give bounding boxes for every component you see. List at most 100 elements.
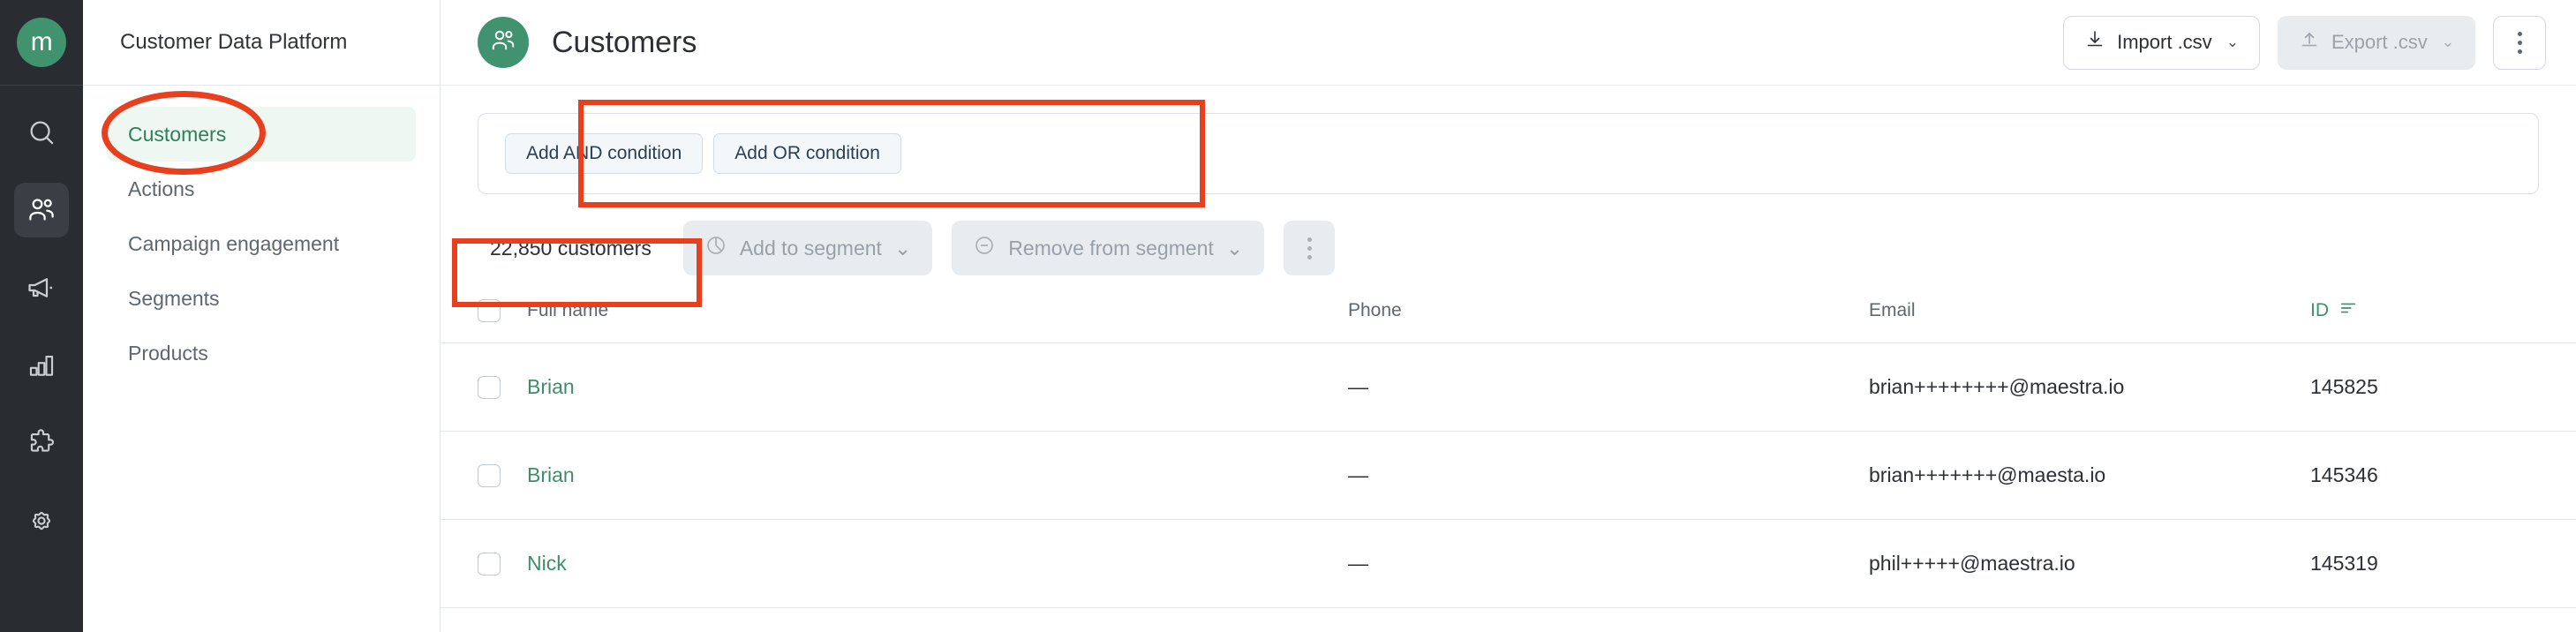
column-header-email[interactable]: Email [1869, 298, 2310, 343]
upload-icon [2299, 29, 2320, 56]
bar-chart-icon [26, 350, 56, 380]
table-toolbar: 22,850 customers Add to segment ⌄ Remove… [441, 194, 2576, 275]
sidebar-item-label: Customers [128, 122, 227, 146]
row-select-cell [441, 519, 527, 608]
remove-from-segment-button[interactable]: Remove from segment ⌄ [952, 221, 1265, 275]
row-checkbox[interactable] [478, 463, 501, 487]
filter-row: Add AND condition Add OR condition [441, 86, 2576, 194]
row-select-cell [441, 431, 527, 520]
cell-full-name: Brian [527, 342, 1348, 432]
cell-id: 145319 [2310, 519, 2576, 608]
rail-item-analytics[interactable] [14, 338, 69, 393]
kebab-menu-icon [1307, 237, 1312, 260]
cell-phone: — [1348, 519, 1869, 608]
toolbar-more-button[interactable] [1284, 221, 1336, 275]
sidebar-header-title: Customer Data Platform [83, 0, 440, 86]
page-avatar [478, 17, 529, 68]
row-checkbox[interactable] [478, 375, 501, 399]
page-header: Customers Import .csv ⌄ Export .csv ⌄ [441, 0, 2576, 86]
rail-item-integrations[interactable] [14, 416, 69, 470]
minus-circle-icon [973, 234, 996, 262]
customer-name-link[interactable]: Nick [527, 552, 567, 575]
add-or-condition-button[interactable]: Add OR condition [713, 133, 901, 174]
cell-id: 145825 [2310, 342, 2576, 432]
download-icon [2084, 29, 2105, 56]
content-area: Add AND condition Add OR condition 22,85… [441, 86, 2576, 632]
table-row[interactable]: Brian — brian+++++++@maesta.io 145346 [441, 431, 2576, 520]
export-csv-label: Export .csv [2331, 31, 2428, 53]
filter-conditions-panel: Add AND condition Add OR condition [478, 113, 2539, 194]
add-to-segment-label: Add to segment [739, 236, 882, 260]
main-panel: Customers Import .csv ⌄ Export .csv ⌄ Ad… [441, 0, 2576, 632]
users-icon [26, 194, 57, 226]
add-and-condition-button[interactable]: Add AND condition [505, 133, 704, 174]
add-and-condition-label: Add AND condition [526, 143, 682, 163]
cell-phone: — [1348, 431, 1869, 520]
chevron-down-icon: ⌄ [1225, 236, 1244, 260]
add-to-segment-button[interactable]: Add to segment ⌄ [682, 221, 933, 275]
rail-item-search[interactable] [14, 105, 69, 160]
table-row[interactable]: Brian — brian++++++++@maestra.io 145825 [441, 342, 2576, 432]
column-header-phone[interactable]: Phone [1348, 298, 1869, 343]
header-more-button[interactable] [2493, 15, 2546, 70]
sidebar-item-label: Segments [128, 286, 220, 310]
table-header-row: Full name Phone Email ID [441, 298, 2576, 343]
app-window: m Customer Data Platform Customers Actio… [0, 0, 2576, 632]
table-row[interactable]: Nick — phil+++++@maestra.io 145319 [441, 519, 2576, 608]
select-all-header [441, 298, 527, 343]
customer-name-link[interactable]: Brian [527, 463, 575, 486]
segment-icon [704, 234, 727, 262]
logo-letter: m [17, 18, 66, 67]
users-icon [489, 26, 517, 59]
sidebar: Customer Data Platform Customers Actions… [83, 0, 441, 632]
gear-icon [26, 506, 56, 536]
import-csv-label: Import .csv [2117, 31, 2212, 53]
column-header-id[interactable]: ID [2310, 298, 2576, 343]
sidebar-item-actions[interactable]: Actions [107, 162, 416, 216]
megaphone-icon [26, 272, 57, 304]
add-or-condition-label: Add OR condition [734, 143, 880, 163]
column-label: Full name [527, 300, 609, 320]
sidebar-item-segments[interactable]: Segments [107, 271, 416, 326]
chevron-down-icon: ⌄ [2226, 34, 2239, 50]
table-body: Brian — brian++++++++@maestra.io 145825 … [441, 342, 2576, 608]
export-csv-button[interactable]: Export .csv ⌄ [2277, 15, 2475, 70]
search-icon [26, 117, 56, 147]
cell-phone: — [1348, 342, 1869, 432]
cell-id: 145346 [2310, 431, 2576, 520]
rail-item-campaigns[interactable] [14, 260, 69, 315]
select-all-checkbox[interactable] [478, 299, 501, 322]
icon-rail: m [0, 0, 83, 632]
import-csv-button[interactable]: Import .csv ⌄ [2063, 15, 2260, 70]
page-title: Customers [552, 25, 697, 59]
puzzle-icon [26, 428, 56, 458]
sidebar-item-products[interactable]: Products [107, 326, 416, 380]
row-checkbox[interactable] [478, 552, 501, 576]
customer-count: 22,850 customers [490, 236, 652, 260]
chevron-down-icon: ⌄ [2441, 34, 2454, 50]
sidebar-item-customers[interactable]: Customers [107, 107, 416, 162]
column-label: Phone [1348, 300, 1402, 320]
customer-name-link[interactable]: Brian [527, 375, 575, 398]
sidebar-item-label: Actions [128, 177, 195, 200]
cell-full-name: Brian [527, 431, 1348, 520]
column-label: Email [1869, 300, 1916, 320]
app-logo[interactable]: m [0, 0, 83, 86]
cell-email: phil+++++@maestra.io [1869, 519, 2310, 608]
kebab-menu-icon [2517, 31, 2522, 54]
customers-table: Full name Phone Email ID Brian — brian++… [441, 298, 2576, 608]
cell-full-name: Nick [527, 519, 1348, 608]
column-header-full-name[interactable]: Full name [527, 298, 1348, 343]
sort-descending-icon[interactable] [2339, 298, 2358, 323]
sidebar-item-label: Campaign engagement [128, 231, 340, 255]
rail-item-settings[interactable] [14, 493, 69, 548]
cell-email: brian+++++++@maesta.io [1869, 431, 2310, 520]
row-select-cell [441, 342, 527, 432]
sidebar-nav-list: Customers Actions Campaign engagement Se… [83, 86, 440, 380]
rail-item-customers[interactable] [14, 183, 69, 237]
chevron-down-icon: ⌄ [893, 236, 912, 260]
column-label: ID [2310, 300, 2329, 320]
sidebar-item-campaign-engagement[interactable]: Campaign engagement [107, 216, 416, 271]
rail-item-list [14, 86, 69, 571]
sidebar-item-label: Products [128, 341, 208, 365]
